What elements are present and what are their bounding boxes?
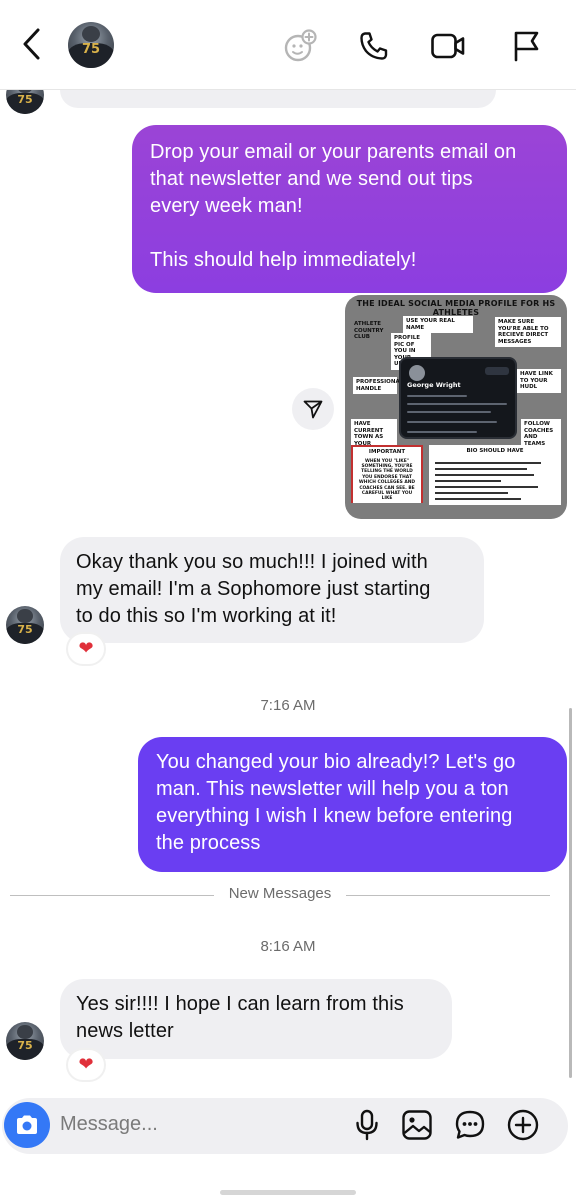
previous-message-bubble (60, 90, 496, 108)
new-messages-divider: New Messages (10, 884, 550, 906)
voice-message-button[interactable] (348, 1106, 386, 1144)
share-icon (303, 400, 323, 419)
sticker-chat-icon (455, 1110, 485, 1139)
back-button[interactable] (14, 24, 50, 64)
profile-name: George Wright (407, 381, 461, 389)
image-label: HAVE LINK TO YOUR HUDL (517, 369, 561, 393)
image-title: THE IDEAL SOCIAL MEDIA PROFILE FOR HS AT… (356, 299, 556, 317)
bio-checklist: BIO SHOULD HAVE (429, 445, 561, 505)
message-line: Yes sir!!!! I hope I can learn from this (76, 993, 404, 1015)
chevron-left-icon (23, 28, 40, 60)
outgoing-message[interactable]: You changed your bio already!? Let's go … (138, 737, 567, 872)
message-thread[interactable]: 75 Drop your email or your parents email… (0, 76, 576, 1090)
divider-label: New Messages (216, 885, 344, 902)
important-title: IMPORTANT (353, 447, 421, 458)
heart-icon: ❤ (78, 638, 94, 659)
video-call-button[interactable] (428, 26, 468, 66)
profile-mockup: George Wright (399, 357, 517, 439)
bio-title: BIO SHOULD HAVE (429, 445, 561, 458)
heart-icon: ❤ (78, 1054, 94, 1075)
sender-avatar: 75 (6, 1022, 44, 1060)
image-label: USE YOUR REAL NAME (403, 316, 473, 333)
camera-button[interactable] (4, 1102, 50, 1148)
gallery-button[interactable] (398, 1106, 436, 1144)
message-line: news letter (76, 1020, 174, 1042)
scrollbar[interactable] (569, 708, 572, 1078)
heart-reaction[interactable]: ❤ (66, 632, 106, 666)
important-body: WHEN YOU "LIKE" SOMETHING, YOU'RE TELLIN… (353, 457, 421, 503)
plus-circle-icon (507, 1109, 539, 1141)
message-line: man. This newsletter will help you a ton (156, 778, 509, 800)
chat-header: 75 (0, 0, 576, 90)
message-line: everything I wish I knew before entering (156, 805, 513, 827)
image-label: MAKE SURE YOU'RE ABLE TO RECIEVE DIRECT … (495, 317, 561, 347)
message-line: Okay thank you so much!!! I joined with (76, 551, 428, 573)
message-composer: Message... (2, 1098, 568, 1154)
more-options-button[interactable] (504, 1106, 542, 1144)
effects-button[interactable] (280, 26, 320, 66)
timestamp: 7:16 AM (260, 697, 316, 714)
message-line: You changed your bio already!? Let's go (156, 751, 516, 773)
image-brand: ATHLETE COUNTRY CLUB (354, 321, 384, 340)
message-line: that newsletter and we send out tips (150, 168, 473, 190)
message-line: Drop your email or your parents email on (150, 141, 517, 163)
home-indicator (220, 1190, 356, 1195)
gallery-icon (402, 1110, 432, 1140)
message-input[interactable]: Message... (60, 1113, 158, 1136)
sender-avatar: 75 (6, 606, 44, 644)
image-label: PROFESSIONAL HANDLE (353, 377, 403, 394)
report-button[interactable] (506, 26, 546, 66)
effects-icon (284, 29, 317, 62)
shared-image[interactable]: THE IDEAL SOCIAL MEDIA PROFILE FOR HS AT… (345, 295, 567, 519)
video-camera-icon (431, 33, 465, 59)
timestamp: 8:16 AM (260, 938, 316, 955)
audio-call-button[interactable] (354, 26, 394, 66)
outgoing-message[interactable]: Drop your email or your parents email on… (132, 125, 567, 293)
phone-icon (360, 32, 388, 60)
incoming-message[interactable]: Okay thank you so much!!! I joined with … (60, 537, 484, 643)
message-line (150, 220, 549, 247)
heart-reaction[interactable]: ❤ (66, 1048, 106, 1082)
sticker-button[interactable] (451, 1106, 489, 1144)
contact-avatar[interactable]: 75 (68, 22, 114, 68)
avatar (409, 365, 425, 381)
incoming-message[interactable]: Yes sir!!!! I hope I can learn from this… (60, 979, 452, 1059)
message-line: This should help immediately! (150, 249, 417, 271)
message-line: to do this so I'm working at it! (76, 605, 337, 627)
message-line: the process (156, 832, 261, 854)
share-button[interactable] (292, 388, 334, 430)
camera-icon (17, 1115, 37, 1134)
follow-badge (485, 367, 509, 375)
message-line: my email! I'm a Sophomore just starting (76, 578, 431, 600)
microphone-icon (356, 1109, 378, 1141)
important-box: IMPORTANT WHEN YOU "LIKE" SOMETHING, YOU… (351, 445, 423, 503)
message-line: every week man! (150, 195, 303, 217)
flag-icon (514, 31, 539, 62)
